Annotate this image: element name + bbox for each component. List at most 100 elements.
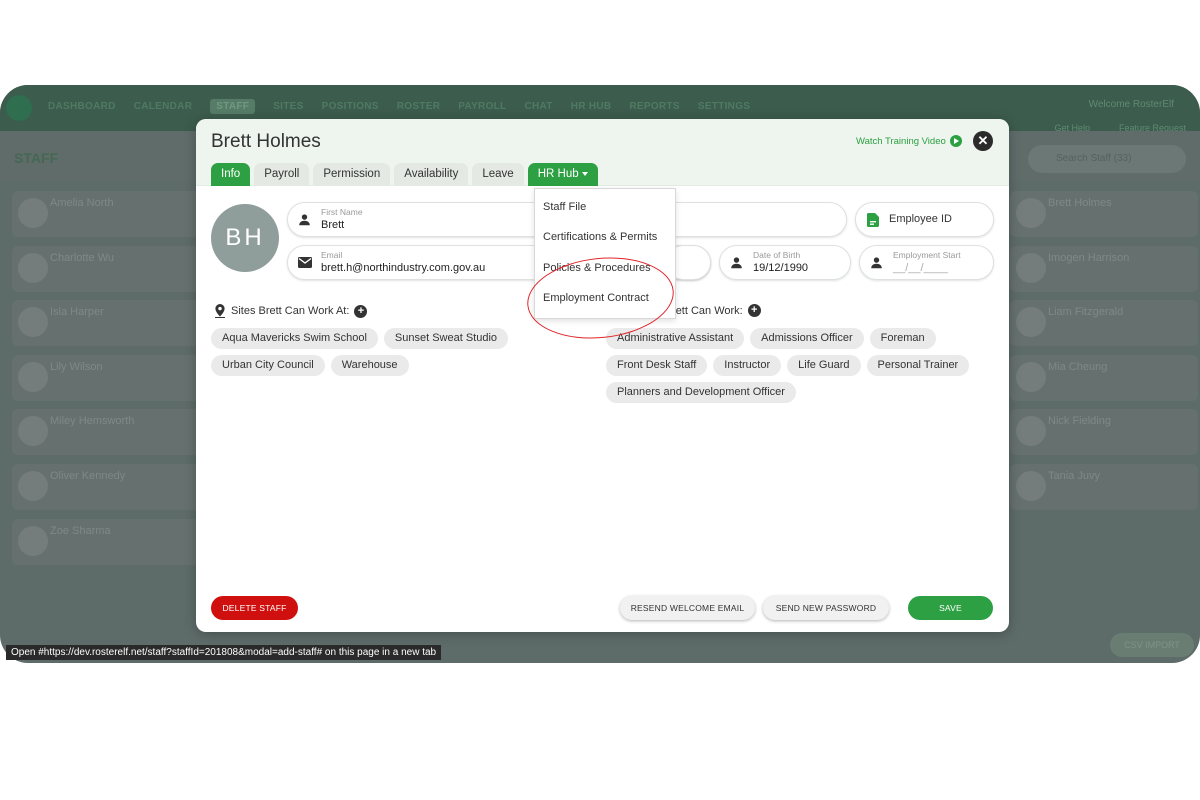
site-chip[interactable]: Sunset Sweat Studio xyxy=(383,328,509,349)
avatar xyxy=(1016,361,1046,392)
nav-settings[interactable]: SETTINGS xyxy=(698,101,750,114)
site-chip[interactable]: Warehouse xyxy=(330,355,409,376)
position-chip[interactable]: Foreman xyxy=(869,328,936,349)
avatar xyxy=(18,470,48,501)
staff-card[interactable]: Nick Fielding xyxy=(1010,409,1198,456)
nav-calendar[interactable]: CALENDAR xyxy=(134,101,193,114)
person-icon xyxy=(726,252,747,273)
staff-card-name: Zoe Sharma xyxy=(50,524,111,537)
nav-staff[interactable]: STAFF xyxy=(210,99,256,114)
staff-search-input[interactable]: Search Staff (33) xyxy=(1028,145,1186,173)
staff-card[interactable]: Charlotte Wu xyxy=(12,245,200,292)
chevron-down-icon xyxy=(581,171,588,176)
staff-card[interactable]: Tania Juvy xyxy=(1010,463,1198,510)
date-of-birth-label: Date of Birth xyxy=(753,250,801,260)
close-icon[interactable]: ✕ xyxy=(973,131,993,151)
position-chip[interactable]: Instructor xyxy=(713,355,782,376)
nav-dashboard[interactable]: DASHBOARD xyxy=(48,101,116,114)
first-name-label: First Name xyxy=(321,207,363,217)
email-label: Email xyxy=(321,250,343,260)
tab-hr-hub[interactable]: HR Hub xyxy=(527,163,598,186)
staff-card-name: Lily Wilson xyxy=(50,360,103,373)
staff-card-name: Liam Fitzgerald xyxy=(1048,306,1124,319)
tab-payroll[interactable]: Payroll xyxy=(254,163,310,186)
page-title: Brett Holmes xyxy=(211,131,321,152)
employment-start-field[interactable]: Employment Start __/__/____ xyxy=(859,245,994,280)
tab-permission[interactable]: Permission xyxy=(313,163,391,186)
sites-title-label: Sites Brett Can Work At: xyxy=(231,305,350,317)
avatar xyxy=(18,198,48,228)
watch-training-video-label: Watch Training Video xyxy=(856,135,946,147)
menu-item-staff-file[interactable]: Staff File xyxy=(543,201,586,213)
send-new-password-button[interactable]: SEND NEW PASSWORD xyxy=(763,596,889,620)
avatar[interactable]: BH xyxy=(211,204,279,272)
app-logo xyxy=(6,95,32,121)
date-of-birth-value: 19/12/1990 xyxy=(753,262,809,274)
position-chip[interactable]: Admissions Officer xyxy=(750,328,864,349)
position-chip[interactable]: Life Guard xyxy=(787,355,861,376)
resend-welcome-email-button[interactable]: RESEND WELCOME EMAIL xyxy=(620,596,755,620)
sites-section-title: Sites Brett Can Work At: + xyxy=(214,304,368,318)
avatar xyxy=(18,525,48,556)
staff-card[interactable]: Imogen Harrison xyxy=(1010,245,1198,292)
avatar xyxy=(1016,198,1046,228)
staff-card-name: Mia Cheung xyxy=(1048,360,1108,373)
staff-card-name: Imogen Harrison xyxy=(1048,251,1130,264)
menu-item-certifications-permits[interactable]: Certifications & Permits xyxy=(543,231,657,243)
sites-chip-list: Aqua Mavericks Swim School Sunset Sweat … xyxy=(211,328,541,376)
staff-card[interactable]: Mia Cheung xyxy=(1010,354,1198,401)
csv-import-button[interactable]: CSV IMPORT xyxy=(1110,633,1194,657)
staff-card-name: Charlotte Wu xyxy=(50,251,114,264)
mail-icon xyxy=(294,252,315,273)
staff-card[interactable]: Isla Harper xyxy=(12,300,200,347)
save-button[interactable]: SAVE xyxy=(908,596,993,620)
tab-info[interactable]: Info xyxy=(211,163,251,186)
staff-card[interactable]: Zoe Sharma xyxy=(12,518,200,565)
tab-availability[interactable]: Availability xyxy=(394,163,469,186)
position-chip[interactable]: Planners and Development Officer xyxy=(606,382,796,403)
modal-tabs: Info Payroll Permission Availability Lea… xyxy=(211,163,598,186)
nav-roster[interactable]: ROSTER xyxy=(397,101,440,114)
nav-sites[interactable]: SITES xyxy=(273,101,303,114)
nav-reports[interactable]: REPORTS xyxy=(629,101,679,114)
staff-card-name: Oliver Kennedy xyxy=(50,469,126,482)
avatar xyxy=(18,361,48,392)
position-chip[interactable]: Front Desk Staff xyxy=(606,355,708,376)
nav-chat[interactable]: CHAT xyxy=(524,101,552,114)
site-chip[interactable]: Urban City Council xyxy=(211,355,325,376)
link-status-bar: Open #https://dev.rosterelf.net/staff?st… xyxy=(6,645,442,660)
tab-leave[interactable]: Leave xyxy=(472,163,524,186)
staff-card[interactable]: Amelia North xyxy=(12,191,200,237)
staff-card[interactable]: Lily Wilson xyxy=(12,354,200,401)
site-chip[interactable]: Aqua Mavericks Swim School xyxy=(211,328,378,349)
staff-card[interactable]: Liam Fitzgerald xyxy=(1010,300,1198,347)
document-icon xyxy=(862,209,883,230)
play-icon xyxy=(949,135,962,147)
avatar xyxy=(1016,252,1046,283)
staff-card[interactable]: Brett Holmes xyxy=(1010,191,1198,237)
nav-payroll[interactable]: PAYROLL xyxy=(458,101,506,114)
person-icon xyxy=(294,209,315,230)
location-pin-icon xyxy=(214,304,226,318)
email-value: brett.h@northindustry.com.gov.au xyxy=(321,262,486,274)
staff-card-name: Amelia North xyxy=(50,197,114,209)
position-chip[interactable]: Personal Trainer xyxy=(866,355,970,376)
avatar xyxy=(1016,416,1046,447)
avatar xyxy=(18,252,48,283)
avatar xyxy=(18,307,48,338)
staff-list-right: Brett Holmes Imogen Harrison Liam Fitzge… xyxy=(1010,191,1198,519)
nav-hr-hub[interactable]: HR HUB xyxy=(571,101,612,114)
staff-card[interactable]: Miley Hemsworth xyxy=(12,409,200,456)
person-icon xyxy=(866,252,887,273)
staff-card[interactable]: Oliver Kennedy xyxy=(12,463,200,510)
watch-training-video-link[interactable]: Watch Training Video xyxy=(856,135,962,147)
positions-chip-list: Administrative Assistant Admissions Offi… xyxy=(606,328,1001,403)
nav-list: DASHBOARD CALENDAR STAFF SITES POSITIONS… xyxy=(48,99,750,114)
add-position-icon[interactable]: + xyxy=(747,304,761,317)
employee-id-field[interactable]: Employee ID xyxy=(855,202,994,237)
add-site-icon[interactable]: + xyxy=(354,304,368,318)
employment-start-label: Employment Start xyxy=(893,250,961,260)
nav-positions[interactable]: POSITIONS xyxy=(322,101,379,114)
date-of-birth-field[interactable]: Date of Birth 19/12/1990 xyxy=(719,245,851,280)
delete-staff-button[interactable]: DELETE STAFF xyxy=(211,596,298,620)
